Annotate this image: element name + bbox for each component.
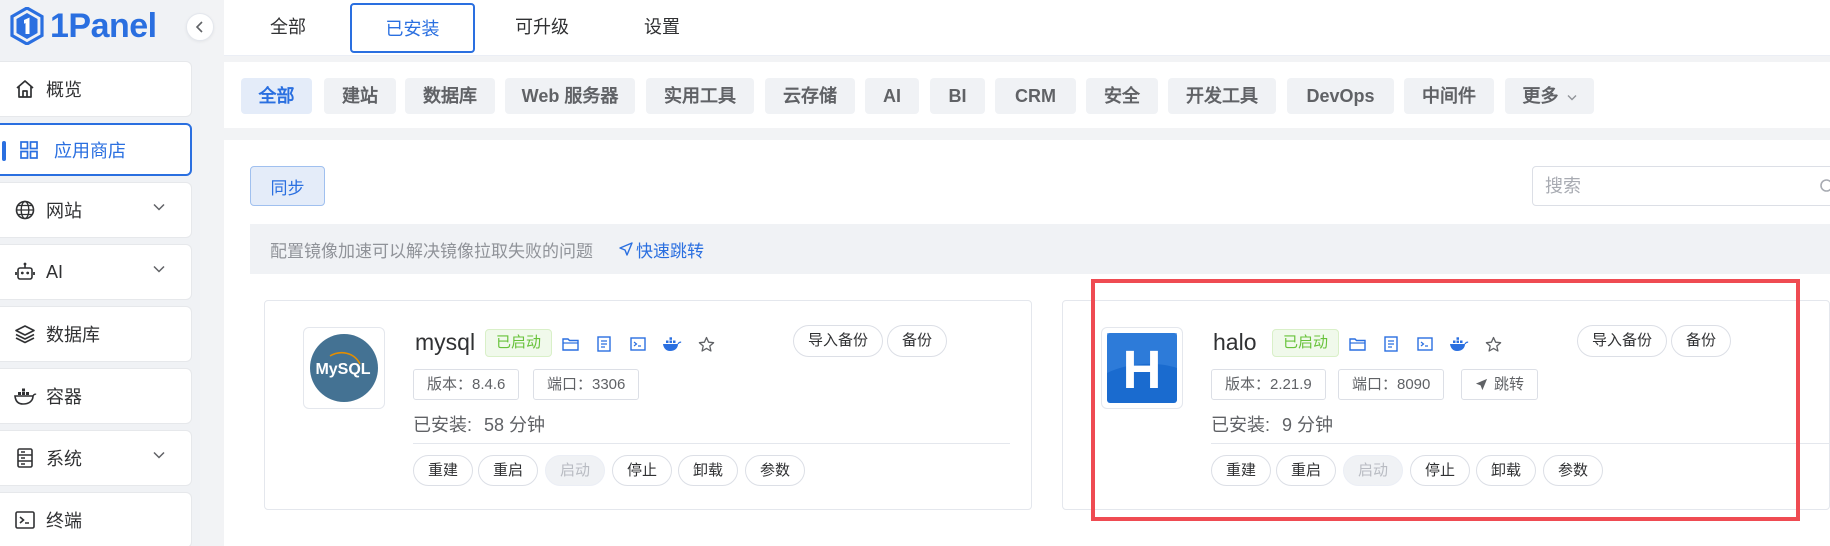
docker-icon xyxy=(12,383,38,409)
server-icon xyxy=(12,445,38,471)
start-button[interactable]: 启动 xyxy=(545,455,606,486)
globe-icon xyxy=(12,197,38,223)
chevron-down-icon xyxy=(1567,94,1576,101)
installed-time: 已安装: 58 分钟 xyxy=(413,411,545,437)
app-card-mysql: MySQL mysql 已启动 导入备份 备份 版本：8.4.6 端口：3306… xyxy=(264,300,1032,510)
chevron-down-icon xyxy=(153,265,165,273)
category-ai[interactable]: AI xyxy=(865,78,919,114)
mirror-acceleration-notice: 配置镜像加速可以解决镜像拉取失败的问题 快速跳转 xyxy=(250,224,1830,274)
sidebar-item-ai[interactable]: AI xyxy=(0,244,192,300)
uninstall-button[interactable]: 卸载 xyxy=(678,455,739,486)
app-name: mysql xyxy=(415,329,476,355)
sidebar-item-label: 系统 xyxy=(46,449,82,469)
notice-text: 配置镜像加速可以解决镜像拉取失败的问题 xyxy=(270,241,593,261)
quick-jump-link[interactable]: 快速跳转 xyxy=(619,237,704,262)
sidebar-item-overview[interactable]: 概览 xyxy=(0,61,192,117)
chevron-left-icon xyxy=(195,21,203,33)
rebuild-button[interactable]: 重建 xyxy=(413,455,474,486)
sidebar-item-label: 终端 xyxy=(46,511,82,531)
docker-icon[interactable] xyxy=(661,333,683,355)
sidebar-item-label: 数据库 xyxy=(46,325,100,345)
logo-icon xyxy=(10,7,44,45)
search-box xyxy=(1532,166,1830,206)
category-security[interactable]: 安全 xyxy=(1086,78,1158,114)
search-icon[interactable] xyxy=(1819,178,1830,196)
star-icon[interactable] xyxy=(695,333,717,355)
tab-all[interactable]: 全部 xyxy=(248,3,328,53)
sidebar-item-label: 网站 xyxy=(46,201,82,221)
terminal-icon xyxy=(12,507,38,533)
tab-installed[interactable]: 已安装 xyxy=(350,3,475,53)
search-input[interactable] xyxy=(1545,175,1805,197)
sidebar: 1Panel 概览 应用商店 网站 AI 数据库 容器 系统 终端 xyxy=(0,0,214,546)
stop-button[interactable]: 停止 xyxy=(612,455,673,486)
top-tabs: 全部 已安装 可升级 设置 xyxy=(224,0,1830,56)
quick-jump-label: 快速跳转 xyxy=(636,241,704,261)
sidebar-item-database[interactable]: 数据库 xyxy=(0,306,192,362)
category-more-label: 更多 xyxy=(1522,86,1559,106)
tab-settings[interactable]: 设置 xyxy=(622,3,702,53)
app-logo[interactable]: 1Panel xyxy=(10,2,157,50)
sidebar-item-website[interactable]: 网站 xyxy=(0,182,192,238)
params-button[interactable]: 参数 xyxy=(745,455,806,486)
sidebar-item-label: AI xyxy=(46,261,64,282)
app-name: 1Panel xyxy=(50,6,157,45)
robot-icon xyxy=(12,259,38,285)
document-icon[interactable] xyxy=(593,333,615,355)
sidebar-item-app-store[interactable]: 应用商店 xyxy=(0,123,192,176)
installed-duration: 58 分钟 xyxy=(484,415,546,435)
grid-icon xyxy=(16,137,42,163)
category-web-server[interactable]: Web 服务器 xyxy=(505,78,635,114)
category-database[interactable]: 数据库 xyxy=(405,78,495,114)
category-filter-bar: 全部 建站 数据库 Web 服务器 实用工具 云存储 AI BI CRM 安全 … xyxy=(224,62,1830,128)
active-indicator xyxy=(2,141,6,161)
sidebar-nav: 概览 应用商店 网站 AI 数据库 容器 系统 终端 xyxy=(0,61,192,546)
folder-icon[interactable] xyxy=(559,333,581,355)
layers-icon xyxy=(12,321,38,347)
category-dev-tools[interactable]: 开发工具 xyxy=(1168,78,1276,114)
restart-button[interactable]: 重启 xyxy=(478,455,539,486)
sidebar-item-system[interactable]: 系统 xyxy=(0,430,192,486)
sidebar-item-label: 容器 xyxy=(46,387,82,407)
category-website[interactable]: 建站 xyxy=(324,78,396,114)
send-icon xyxy=(619,242,633,256)
svg-text:MySQL: MySQL xyxy=(315,361,370,378)
category-tools[interactable]: 实用工具 xyxy=(646,78,754,114)
backup-button[interactable]: 备份 xyxy=(887,325,948,357)
terminal-icon[interactable] xyxy=(627,333,649,355)
app-quick-actions xyxy=(559,333,717,355)
collapse-sidebar-button[interactable] xyxy=(186,13,214,41)
sidebar-item-terminal[interactable]: 终端 xyxy=(0,492,192,546)
sidebar-item-label: 概览 xyxy=(46,80,82,100)
category-bi[interactable]: BI xyxy=(930,78,985,114)
category-devops[interactable]: DevOps xyxy=(1287,78,1394,114)
tab-upgradable[interactable]: 可升级 xyxy=(492,3,592,53)
sidebar-item-label: 应用商店 xyxy=(54,140,126,161)
category-cloud-storage[interactable]: 云存储 xyxy=(765,78,855,114)
category-all[interactable]: 全部 xyxy=(241,78,312,114)
home-icon xyxy=(12,76,38,102)
category-crm[interactable]: CRM xyxy=(995,78,1076,114)
sidebar-item-container[interactable]: 容器 xyxy=(0,368,192,424)
mysql-logo[interactable]: MySQL xyxy=(303,327,385,409)
chevron-down-icon xyxy=(153,451,165,459)
installed-label: 已安装: xyxy=(413,415,473,435)
import-backup-button[interactable]: 导入备份 xyxy=(793,325,884,357)
chevron-down-icon xyxy=(153,203,165,211)
sync-button[interactable]: 同步 xyxy=(250,166,325,206)
port-tag: 端口：3306 xyxy=(533,369,640,400)
status-badge: 已启动 xyxy=(485,329,553,357)
category-more-dropdown[interactable]: 更多 xyxy=(1505,78,1594,114)
card-divider xyxy=(413,443,1010,444)
category-middleware[interactable]: 中间件 xyxy=(1404,78,1494,114)
highlight-box xyxy=(1091,279,1800,521)
version-tag: 版本：8.4.6 xyxy=(413,369,520,400)
